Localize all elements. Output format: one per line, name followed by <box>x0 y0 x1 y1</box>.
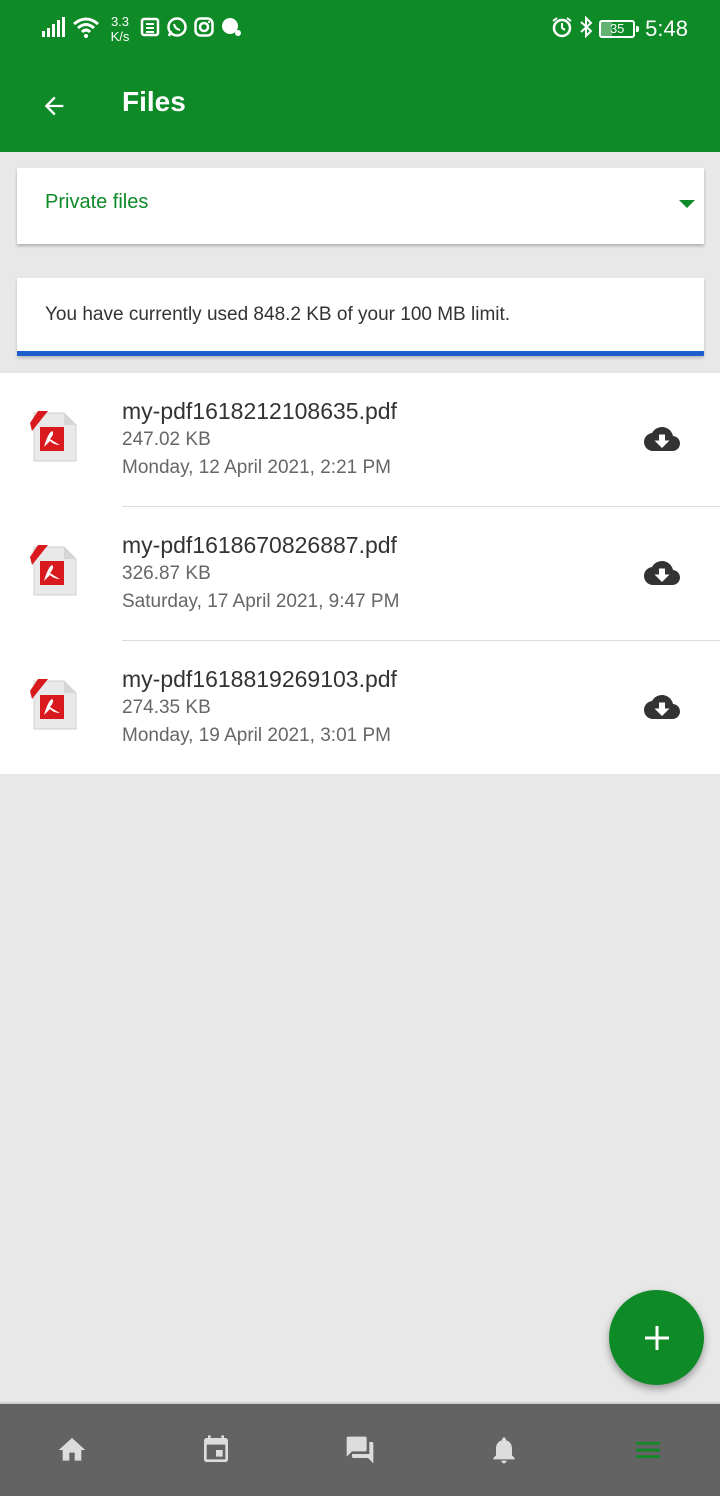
nav-menu[interactable] <box>576 1404 720 1496</box>
file-size: 326.87 KB <box>122 563 211 584</box>
storage-usage-card: You have currently used 848.2 KB of your… <box>17 278 704 356</box>
cloud-download-icon <box>644 561 680 585</box>
status-left: 3.3 K/s <box>42 12 242 46</box>
file-row[interactable]: my-pdf1618212108635.pdf 247.02 KB Monday… <box>0 373 720 507</box>
battery-icon: 35 <box>599 20 640 38</box>
storage-usage-text: You have currently used 848.2 KB of your… <box>45 304 511 325</box>
cloud-download-icon <box>644 427 680 451</box>
app-bar: Files <box>0 58 720 152</box>
home-icon <box>58 1438 86 1461</box>
wifi-icon <box>72 16 100 43</box>
file-list: my-pdf1618212108635.pdf 247.02 KB Monday… <box>0 373 720 774</box>
status-right: 35 5:48 <box>551 12 688 46</box>
status-bar: 3.3 K/s 35 5:48 <box>0 0 720 58</box>
nav-messages[interactable] <box>288 1404 432 1496</box>
header: 3.3 K/s 35 5:48 Files <box>0 0 720 152</box>
back-button[interactable] <box>30 82 78 130</box>
download-button[interactable] <box>640 419 684 459</box>
net-speed: 3.3 K/s <box>106 14 134 44</box>
pdf-file-icon <box>28 677 80 733</box>
messages-icon <box>346 1436 374 1464</box>
file-size: 274.35 KB <box>122 697 211 718</box>
file-row[interactable]: my-pdf1618819269103.pdf 274.35 KB Monday… <box>0 641 720 775</box>
add-file-button[interactable] <box>609 1290 704 1385</box>
file-row[interactable]: my-pdf1618670826887.pdf 326.87 KB Saturd… <box>0 507 720 641</box>
menu-icon <box>636 1442 660 1458</box>
caret-down-icon <box>679 200 695 208</box>
signal-icon <box>42 16 66 42</box>
calendar-icon <box>204 1435 228 1462</box>
pdf-file-icon <box>28 543 80 599</box>
nav-notifications[interactable] <box>432 1404 576 1496</box>
battery-level: 35 <box>609 21 625 36</box>
file-name: my-pdf1618819269103.pdf <box>122 666 397 692</box>
file-size: 247.02 KB <box>122 429 211 450</box>
status-time: 5:48 <box>645 16 688 41</box>
bell-icon <box>493 1437 515 1464</box>
bottom-nav <box>0 1402 720 1496</box>
bluetooth-icon <box>579 15 593 43</box>
file-date: Monday, 19 April 2021, 3:01 PM <box>122 725 391 746</box>
cloud-download-icon <box>644 695 680 719</box>
folder-select[interactable]: Private files <box>17 168 704 244</box>
arrow-back-icon <box>44 96 64 116</box>
file-name: my-pdf1618212108635.pdf <box>122 398 397 424</box>
folder-select-value: Private files <box>45 191 149 213</box>
file-date: Saturday, 17 April 2021, 9:47 PM <box>122 591 400 612</box>
pdf-file-icon <box>28 409 80 465</box>
whatsapp-icon <box>166 16 188 43</box>
nav-home[interactable] <box>0 1404 144 1496</box>
alarm-icon <box>551 16 573 43</box>
file-name: my-pdf1618670826887.pdf <box>122 532 397 558</box>
page-title: Files <box>122 86 186 117</box>
news-icon <box>140 17 160 42</box>
download-button[interactable] <box>640 553 684 593</box>
net-speed-value: 3.3 <box>110 14 130 29</box>
instagram-icon <box>194 16 214 42</box>
download-button[interactable] <box>640 687 684 727</box>
file-date: Monday, 12 April 2021, 2:21 PM <box>122 457 391 478</box>
plus-icon <box>644 1325 669 1350</box>
storage-usage-bar-fill <box>17 351 704 356</box>
storage-usage-bar <box>17 351 704 356</box>
chat-icon <box>220 16 242 43</box>
net-speed-unit: K/s <box>110 29 130 44</box>
nav-calendar[interactable] <box>144 1404 288 1496</box>
